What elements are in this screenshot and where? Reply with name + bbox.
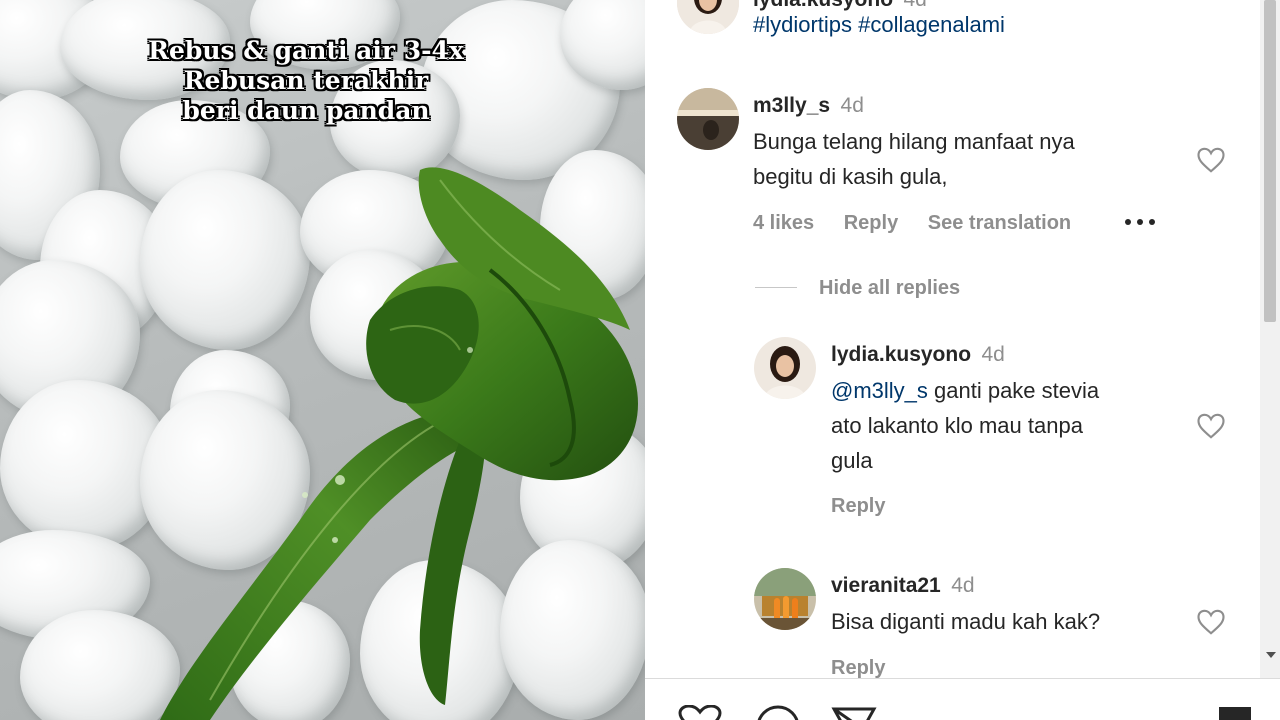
like-reply-heart-icon[interactable] bbox=[1196, 412, 1226, 440]
comment-meta: 4 likes Reply See translation bbox=[753, 212, 1095, 235]
reply-reply-button[interactable]: Reply bbox=[831, 495, 885, 518]
overlay-line: Rebusan terakhir bbox=[183, 66, 429, 95]
reply-button[interactable]: Reply bbox=[831, 657, 885, 678]
more-horizontal-icon[interactable] bbox=[1123, 217, 1157, 227]
reply-button[interactable]: Reply bbox=[844, 212, 898, 234]
comment-text-line: Bunga telang hilang manfaat nya bbox=[753, 129, 1075, 154]
comments-scrollbar[interactable] bbox=[1260, 0, 1280, 678]
heart-icon[interactable] bbox=[677, 705, 723, 720]
comment-text-line: begitu di kasih gula, bbox=[753, 164, 948, 189]
scroll-down-arrow-icon[interactable] bbox=[1266, 652, 1276, 658]
post-hashtags[interactable]: #lydiortips #collagenalami bbox=[753, 12, 1005, 38]
commenter-avatar[interactable] bbox=[677, 88, 739, 150]
like-comment-heart-icon[interactable] bbox=[1196, 608, 1226, 636]
reply-text-line: ato lakanto klo mau tanpa bbox=[831, 413, 1083, 438]
like-comment-heart-icon[interactable] bbox=[1196, 146, 1226, 174]
reply-text-line: @m3lly_s ganti pake stevia bbox=[831, 373, 1099, 408]
share-icon[interactable] bbox=[831, 705, 877, 720]
comment-text: Bisa diganti madu kah kak? bbox=[831, 609, 1101, 634]
photo-caption-overlay: Rebus & ganti air 3-4x Rebusan terakhir … bbox=[96, 36, 516, 126]
comments-panel: lydia.kusyono 4d #lydiortips #collagenal… bbox=[645, 0, 1260, 678]
comment-time: 4d bbox=[840, 94, 864, 117]
reply-header: lydia.kusyono 4d bbox=[831, 343, 1005, 367]
comment-text: Bunga telang hilang manfaat nya begitu d… bbox=[753, 124, 1075, 194]
pandan-leaf-illustration bbox=[160, 167, 638, 720]
bookmark-icon[interactable] bbox=[1217, 705, 1253, 720]
post-photo: Rebus & ganti air 3-4x Rebusan terakhir … bbox=[0, 0, 645, 720]
comment-header: m3lly_s 4d bbox=[753, 94, 864, 118]
hide-replies-button[interactable]: Hide all replies bbox=[819, 277, 960, 300]
comment-icon[interactable] bbox=[755, 705, 801, 720]
overlay-line: Rebus & ganti air 3-4x bbox=[148, 36, 464, 65]
comment-header: vieranita21 4d bbox=[831, 574, 975, 598]
post-author-line: lydia.kusyono 4d bbox=[753, 0, 927, 12]
post-time: 4d bbox=[904, 0, 927, 11]
comment-time: 4d bbox=[951, 574, 975, 597]
reply-username[interactable]: lydia.kusyono bbox=[831, 343, 971, 366]
reply-text: @m3lly_s ganti pake stevia ato lakanto k… bbox=[831, 373, 1099, 478]
overlay-line: beri daun pandan bbox=[182, 96, 430, 125]
post-action-bar bbox=[645, 678, 1280, 720]
reply-mention[interactable]: @m3lly_s bbox=[831, 378, 928, 403]
reply-text-fragment: ganti pake stevia bbox=[927, 378, 1100, 403]
comment-username[interactable]: vieranita21 bbox=[831, 574, 941, 597]
post-author-avatar[interactable] bbox=[677, 0, 739, 34]
scrollbar-thumb[interactable] bbox=[1264, 0, 1276, 322]
reply-text-line: gula bbox=[831, 448, 873, 473]
comment-username[interactable]: m3lly_s bbox=[753, 94, 830, 117]
commenter-avatar[interactable] bbox=[754, 568, 816, 630]
replies-divider bbox=[755, 287, 797, 288]
post-author-username[interactable]: lydia.kusyono bbox=[753, 0, 893, 11]
reply-avatar[interactable] bbox=[754, 337, 816, 399]
see-translation-button[interactable]: See translation bbox=[928, 212, 1071, 234]
comment-likes[interactable]: 4 likes bbox=[753, 212, 814, 234]
reply-time: 4d bbox=[981, 343, 1005, 366]
